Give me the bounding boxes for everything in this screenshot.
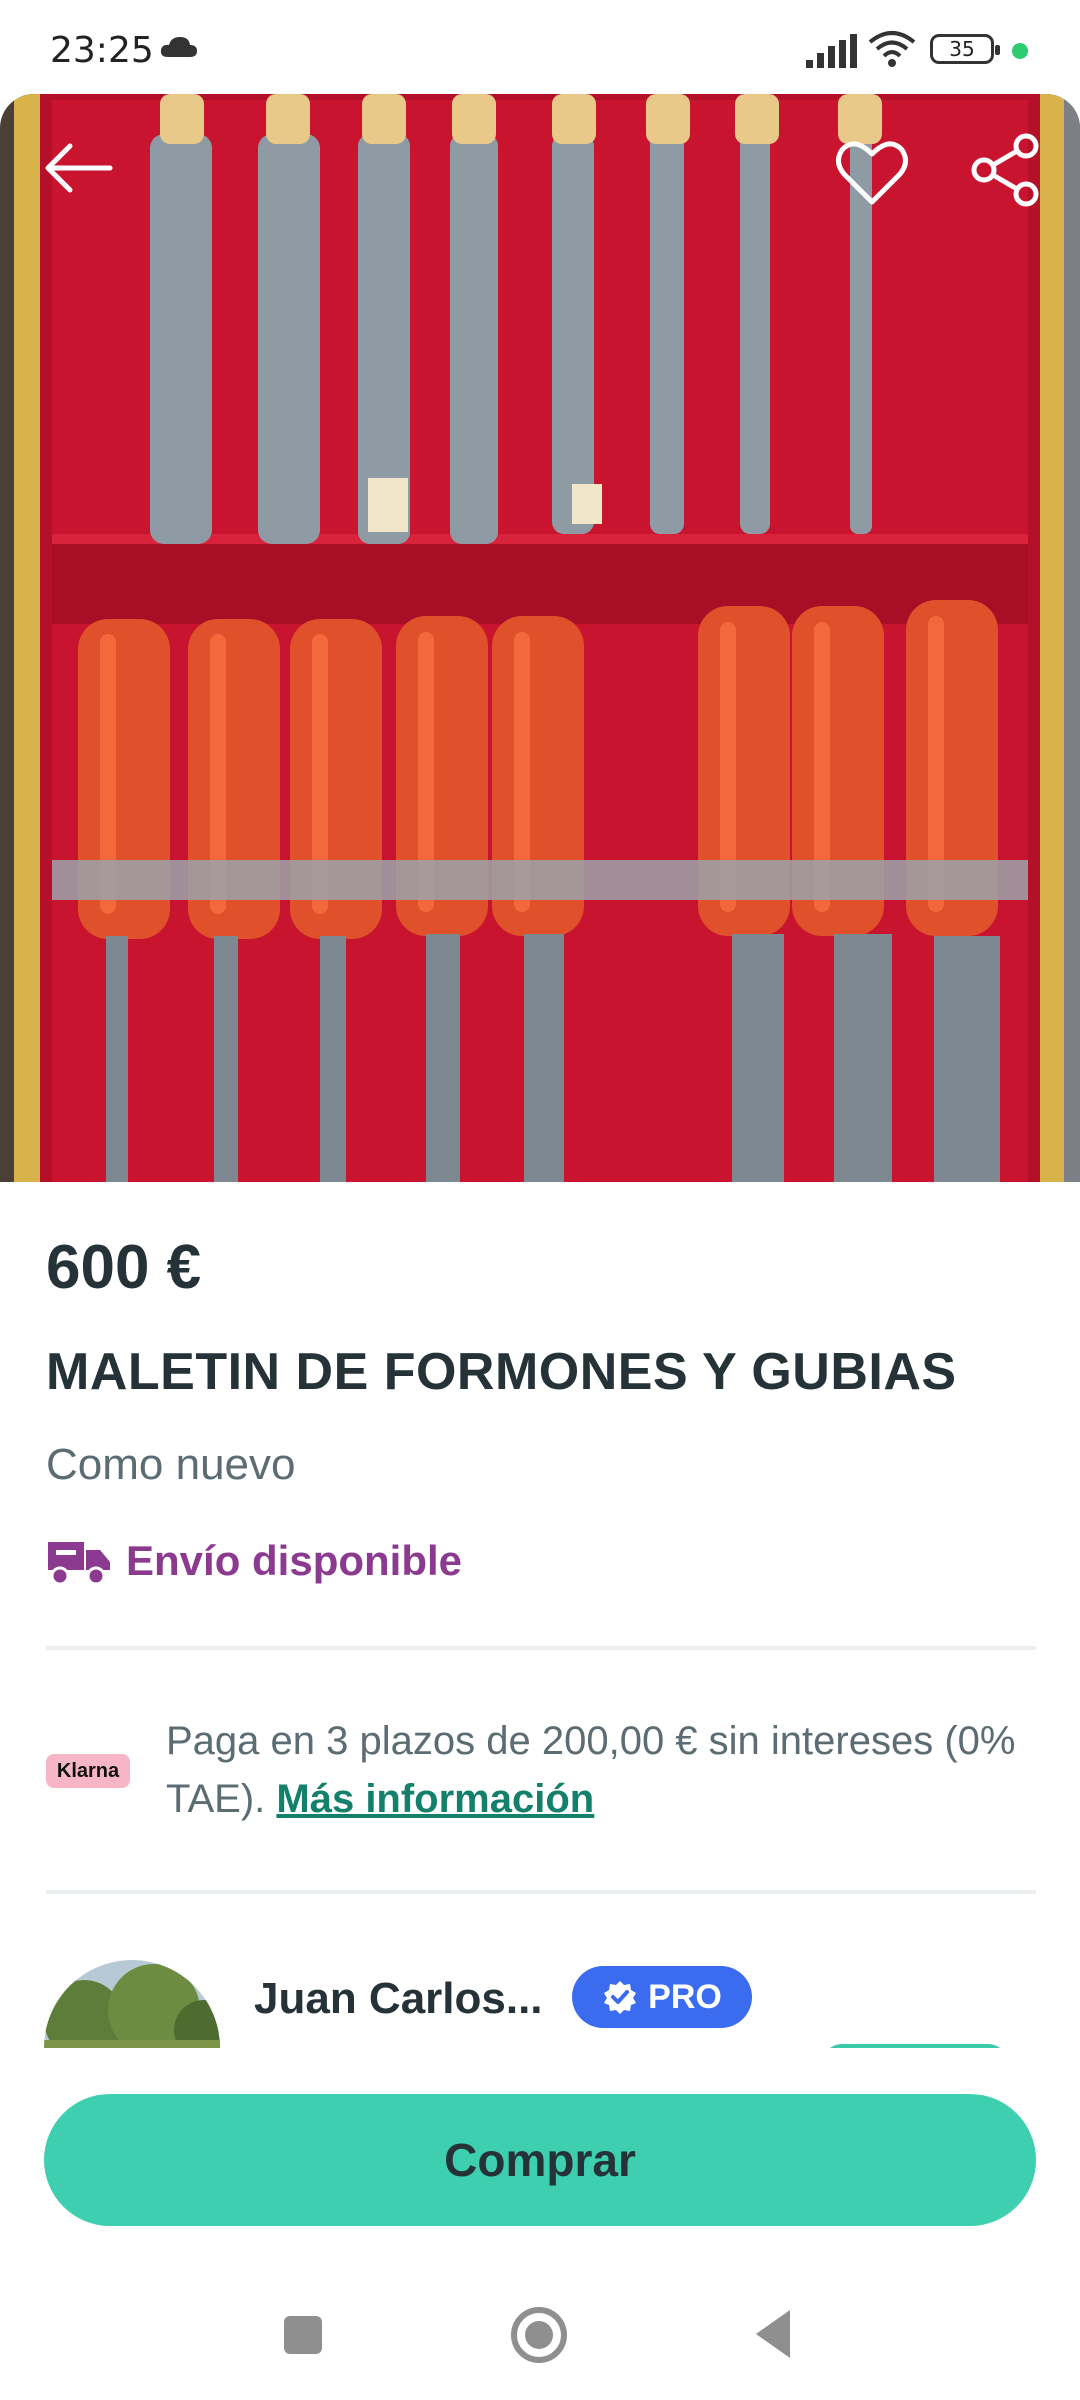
divider: [46, 1890, 1036, 1894]
shipping-info: Envío disponible: [46, 1536, 462, 1586]
divider: [46, 1646, 1036, 1650]
seller-name[interactable]: Juan Carlos...: [254, 1974, 543, 2024]
seller-section[interactable]: Juan Carlos... PRO: [0, 1940, 1080, 2048]
product-condition: Como nuevo: [46, 1440, 296, 1489]
cloud-icon: [160, 37, 197, 57]
battery-indicator: 35: [930, 34, 1000, 64]
wifi-icon: [868, 31, 916, 67]
system-navigation-bar: [0, 2272, 1080, 2400]
status-time: 23:25: [50, 30, 154, 71]
back-triangle-icon[interactable]: [752, 2308, 792, 2360]
heart-icon[interactable]: [832, 132, 912, 212]
klarna-more-info-link[interactable]: Más información: [276, 1777, 594, 1821]
product-image-carousel[interactable]: [0, 94, 1080, 1182]
status-bar: 23:25 35: [0, 0, 1080, 100]
truck-icon: [48, 1542, 110, 1586]
klarna-badge: Klarna: [46, 1754, 130, 1788]
share-icon[interactable]: [968, 132, 1044, 208]
pro-badge-label: PRO: [648, 1977, 722, 2016]
arrow-left-icon[interactable]: [40, 130, 116, 206]
recents-button[interactable]: [284, 2316, 322, 2354]
signal-icon: [806, 34, 857, 68]
privacy-dot: [1012, 43, 1028, 59]
home-button[interactable]: [510, 2306, 568, 2364]
avatar[interactable]: [44, 1960, 220, 2048]
battery-level: 35: [949, 37, 975, 61]
product-photo: [0, 94, 1080, 1182]
follow-button[interactable]: [822, 2044, 1008, 2048]
pro-badge: PRO: [572, 1966, 752, 2028]
product-title: MALETIN DE FORMONES Y GUBIAS: [46, 1343, 957, 1401]
buy-button[interactable]: Comprar: [44, 2094, 1036, 2226]
verified-check-icon: [604, 1981, 637, 2014]
shipping-label: Envío disponible: [126, 1537, 463, 1584]
product-price: 600 €: [46, 1233, 202, 1302]
klarna-installments: Paga en 3 plazos de 200,00 € sin interes…: [166, 1712, 1046, 1828]
